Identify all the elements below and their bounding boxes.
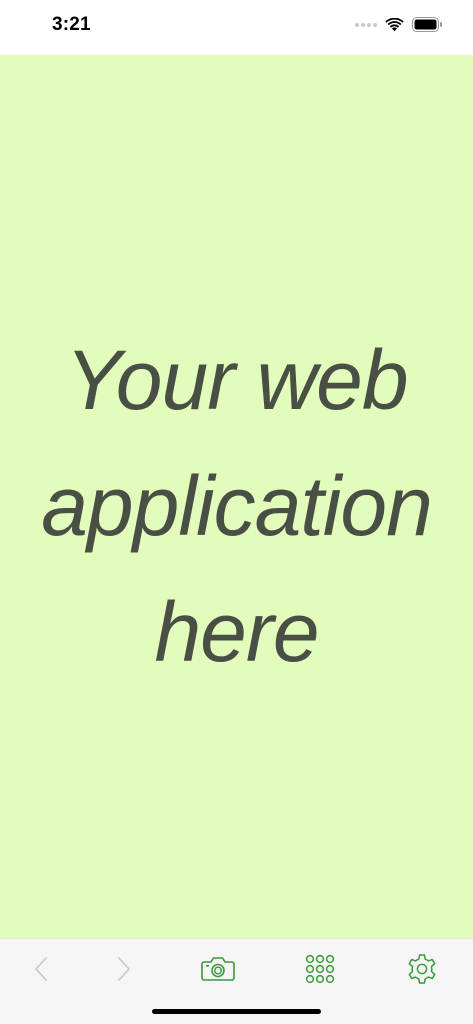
status-bar: 3:21 [0,0,473,55]
web-app-view[interactable]: Your web application here [0,55,473,938]
gear-icon [408,954,436,984]
settings-button[interactable] [398,945,446,993]
back-button[interactable] [17,945,65,993]
placeholder-line-3: here [154,585,319,679]
signal-dots-icon [355,22,377,27]
forward-button[interactable] [100,945,148,993]
grid-icon [305,954,335,984]
home-indicator[interactable] [152,1009,321,1014]
placeholder-line-1: Your web [65,333,408,427]
status-icons [355,17,443,32]
placeholder-line-2: application [41,459,433,553]
chevron-right-icon [118,957,130,981]
status-time: 3:21 [52,14,91,35]
wifi-icon [385,17,404,31]
app-screen: 3:21 Your web application here [0,0,473,1024]
camera-icon [201,957,235,981]
camera-button[interactable] [194,945,242,993]
chevron-left-icon [35,957,47,981]
battery-icon [412,17,442,32]
placeholder-text: Your web application here [0,317,473,695]
grid-button[interactable] [296,945,344,993]
